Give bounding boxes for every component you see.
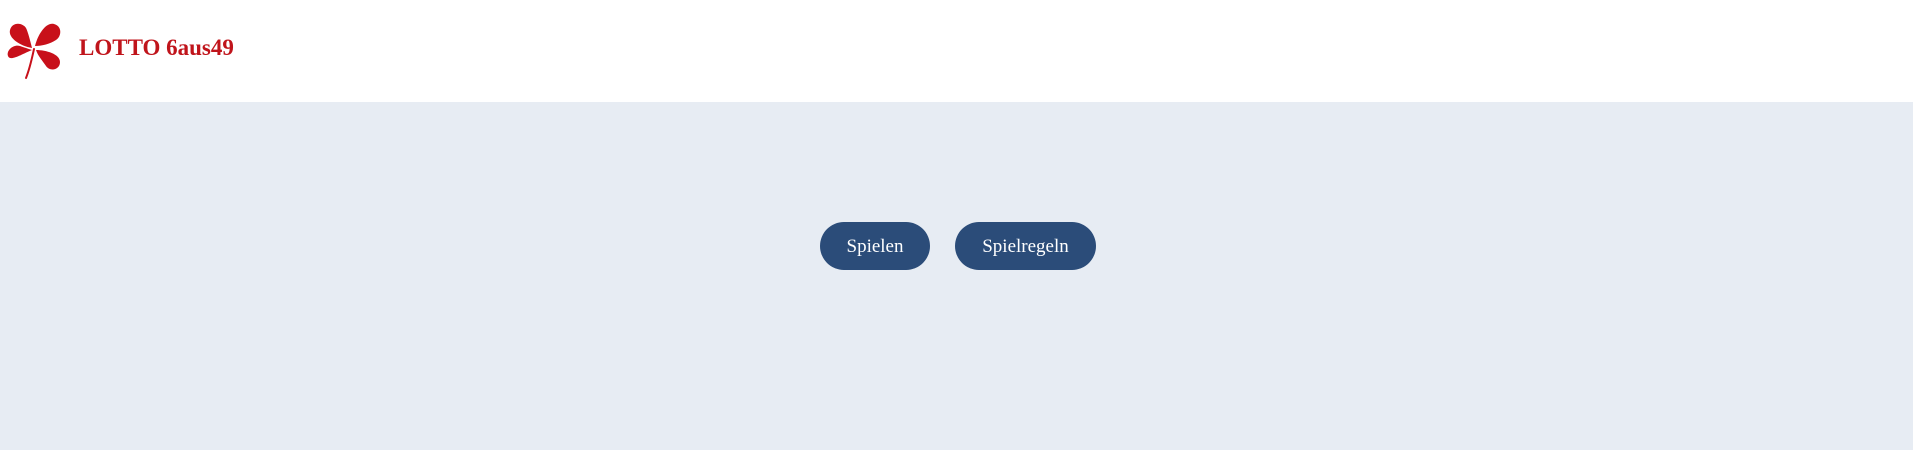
brand-title[interactable]: LOTTO 6aus49: [79, 33, 234, 63]
play-button[interactable]: Spielen: [820, 222, 930, 270]
rules-button[interactable]: Spielregeln: [955, 222, 1096, 270]
site-header: LOTTO 6aus49: [0, 0, 1913, 102]
main-content: Spielen Spielregeln: [0, 102, 1913, 450]
clover-icon: [7, 23, 61, 79]
